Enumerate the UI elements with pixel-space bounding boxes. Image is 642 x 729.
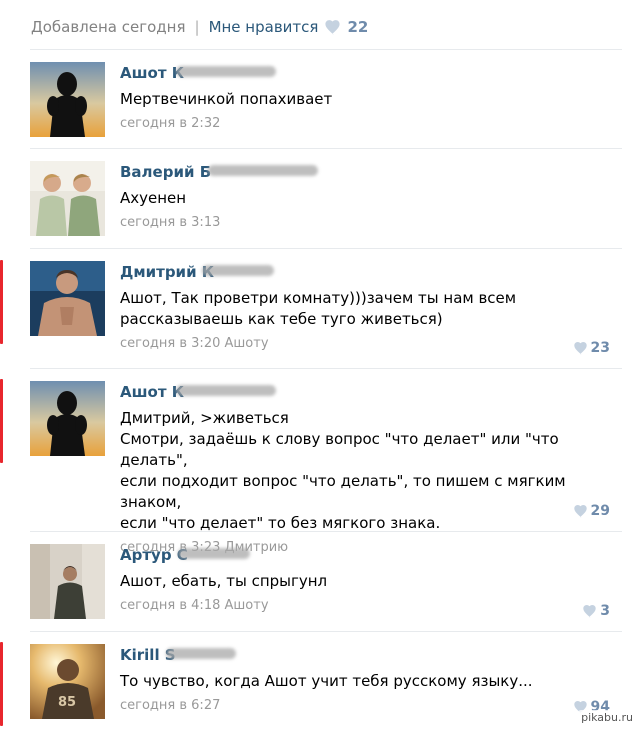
comment-time[interactable]: сегодня в 6:27 (120, 698, 220, 713)
comment-time[interactable]: сегодня в 2:32 (120, 116, 220, 131)
highlight-bar (0, 379, 3, 463)
avatar[interactable] (30, 62, 105, 137)
redaction-blur (166, 648, 236, 659)
avatar[interactable] (30, 381, 105, 456)
post-like-header: Добавлена сегодня | Мне нравится 22 (31, 15, 368, 39)
redaction-blur (176, 385, 276, 396)
comment-author[interactable]: Дмитрий К (120, 261, 274, 283)
reply-to-link[interactable]: Ашоту (225, 336, 269, 351)
comment-text: То чувство, когда Ашот учит тебя русском… (120, 672, 533, 690)
comment-like-count: 29 (590, 503, 610, 519)
avatar[interactable] (30, 261, 105, 336)
comment-item: Валерий Б Ахуенен сегодня в 3:13 (30, 149, 622, 249)
comment-like-button[interactable]: 29 (573, 503, 610, 519)
heart-icon (573, 504, 588, 518)
comment-meta: сегодня в 6:27 (120, 697, 614, 715)
comment-time[interactable]: сегодня в 3:20 (120, 336, 220, 351)
avatar[interactable]: 85 (30, 644, 105, 719)
avatar[interactable] (30, 544, 105, 619)
redaction-blur (208, 165, 318, 176)
comment-text: Ашот, Так проветри комнату)))зачем ты на… (120, 289, 517, 328)
post-like-count: 22 (347, 18, 369, 36)
comment-like-count: 3 (600, 603, 610, 619)
svg-text:85: 85 (58, 695, 76, 710)
highlight-bar (0, 642, 3, 726)
comment-author[interactable]: Ашот К (120, 381, 276, 403)
comment-like-button[interactable]: 23 (573, 340, 610, 356)
redaction-blur (178, 548, 250, 559)
like-button[interactable]: Мне нравится (209, 18, 319, 36)
comment-time[interactable]: сегодня в 4:18 (120, 598, 220, 613)
header-separator: | (194, 18, 200, 36)
comment-text: Ахуенен (120, 189, 187, 207)
redaction-blur (176, 66, 276, 77)
comment-meta: сегодня в 4:18 Ашоту (120, 597, 614, 615)
comment-meta: сегодня в 2:32 (120, 115, 614, 133)
avatar[interactable] (30, 161, 105, 236)
comment-item: 85 Kirill S То чувство, когда Ашот учит … (30, 632, 622, 729)
redaction-blur (202, 265, 274, 276)
highlight-bar (0, 260, 3, 344)
watermark: pikabu.ru (578, 710, 636, 725)
comment-item: Артур С Ашот, ебать, ты спрыгунл сегодня… (30, 532, 622, 632)
comment-author[interactable]: Kirill S (120, 644, 236, 666)
added-today-label: Добавлена сегодня (31, 18, 186, 36)
comment-item: Ашот К Дмитрий, >живеться Смотри, задаёш… (30, 369, 622, 555)
comment-time[interactable]: сегодня в 3:13 (120, 215, 220, 230)
comment-text: Мертвечинкой попахивает (120, 90, 333, 108)
comment-like-button[interactable]: 3 (582, 603, 610, 619)
comment-meta: сегодня в 3:20 Ашоту (120, 335, 614, 353)
reply-to-link[interactable]: Ашоту (225, 598, 269, 613)
comment-like-count: 23 (590, 340, 610, 356)
comment-author[interactable]: Валерий Б (120, 161, 318, 183)
comment-item: Дмитрий К Ашот, Так проветри комнату)))з… (30, 249, 622, 369)
heart-icon[interactable] (324, 19, 341, 35)
comment-author[interactable]: Артур С (120, 544, 250, 566)
comment-meta: сегодня в 3:13 (120, 214, 614, 232)
comment-author[interactable]: Ашот К (120, 62, 276, 84)
comment-text: Ашот, ебать, ты спрыгунл (120, 572, 328, 590)
comment-item: Ашот К Мертвечинкой попахивает сегодня в… (30, 50, 622, 149)
heart-icon (582, 604, 597, 618)
heart-icon (573, 341, 588, 355)
comment-text: Дмитрий, >живеться Смотри, задаёшь к сло… (120, 409, 566, 532)
